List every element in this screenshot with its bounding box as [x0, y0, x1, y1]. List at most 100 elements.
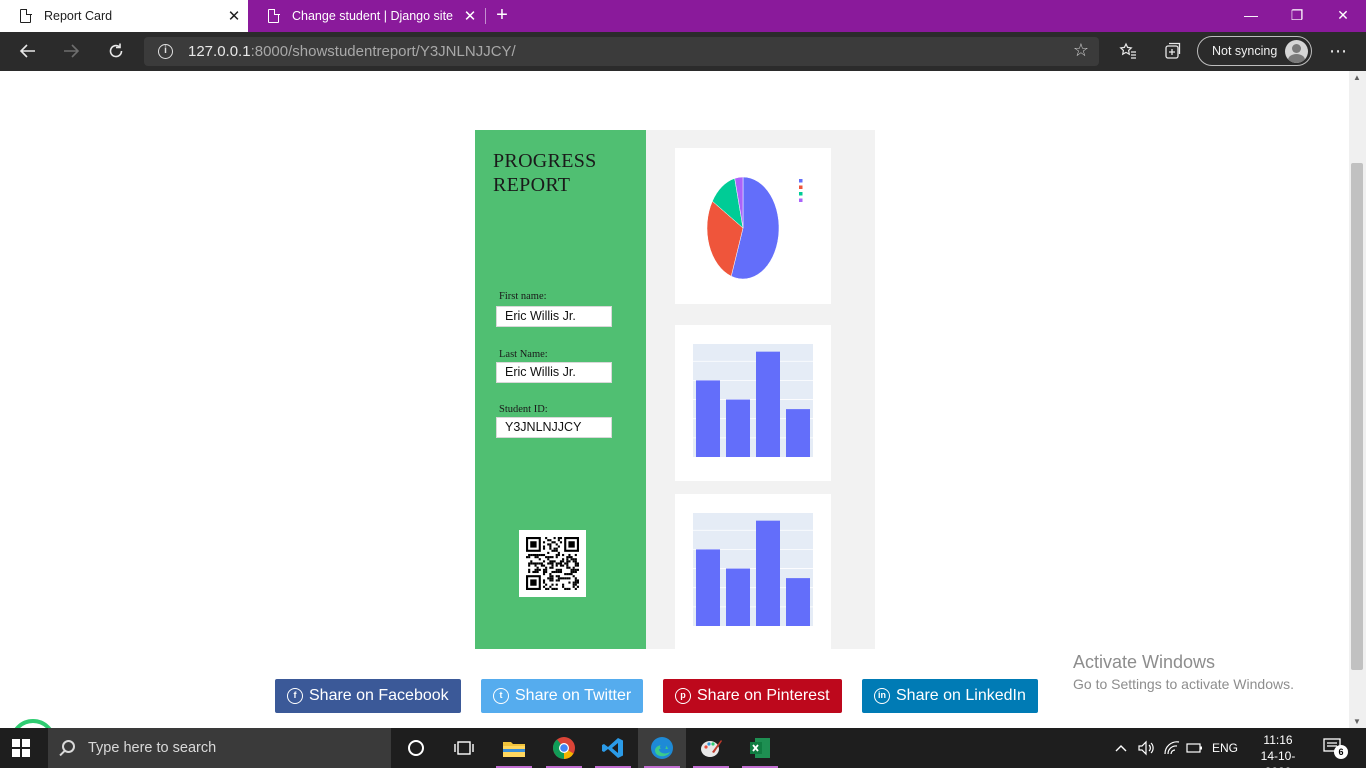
close-tab-icon[interactable]: ✕	[220, 7, 248, 25]
share-twitter-button[interactable]: t Share on Twitter	[481, 679, 643, 713]
qr-module	[572, 558, 575, 561]
edge-icon[interactable]	[638, 728, 686, 768]
more-options-icon[interactable]: ⋯	[1323, 36, 1353, 66]
qr-module	[557, 551, 560, 554]
file-explorer-icon[interactable]	[490, 728, 538, 768]
collections-icon[interactable]	[1157, 36, 1187, 66]
avatar	[1285, 40, 1308, 63]
wifi-icon[interactable]	[1163, 728, 1181, 768]
qr-module	[574, 583, 577, 586]
task-view-icon[interactable]	[440, 728, 488, 768]
qr-module	[555, 579, 558, 582]
new-tab-button[interactable]: +	[490, 3, 514, 27]
qr-module	[542, 545, 546, 548]
profile-sync-button[interactable]: Not syncing	[1197, 36, 1312, 66]
qr-module	[557, 570, 560, 574]
share-linkedin-button[interactable]: in Share on LinkedIn	[862, 679, 1038, 713]
qr-module	[530, 560, 533, 563]
qr-module	[566, 564, 569, 567]
pie-chart-card	[675, 148, 831, 304]
forward-arrow-icon[interactable]	[56, 36, 86, 66]
volume-icon[interactable]	[1137, 728, 1155, 768]
paint-icon[interactable]	[687, 728, 735, 768]
share-facebook-button[interactable]: f Share on Facebook	[275, 679, 461, 713]
search-placeholder: Type here to search	[88, 740, 217, 756]
qr-module	[557, 553, 560, 557]
qr-module	[564, 562, 567, 565]
scroll-down-icon[interactable]: ▼	[1353, 717, 1361, 726]
qr-module	[566, 587, 569, 590]
site-info-icon[interactable]: i	[158, 44, 173, 59]
qr-module	[572, 581, 575, 584]
vscode-icon[interactable]	[589, 728, 637, 768]
twitter-icon: t	[493, 688, 509, 704]
qr-module	[557, 562, 560, 565]
address-bar[interactable]: i 127.0.0.1:8000/showstudentreport/Y3JNL…	[144, 37, 1099, 66]
qr-module	[553, 560, 556, 563]
qr-module	[559, 562, 563, 565]
show-hidden-icons[interactable]	[1114, 728, 1128, 768]
first-name-label: First name:	[499, 291, 547, 302]
scroll-up-icon[interactable]: ▲	[1353, 73, 1361, 82]
windows-start-icon[interactable]	[12, 739, 30, 757]
qr-module	[562, 583, 565, 586]
favorite-star-icon[interactable]: ☆	[1073, 40, 1089, 61]
battery-icon[interactable]	[1186, 728, 1204, 768]
qr-module	[551, 587, 554, 590]
qr-module	[557, 539, 560, 542]
vertical-scrollbar[interactable]: ▲ ▼	[1349, 71, 1366, 728]
watermark-subtitle: Go to Settings to activate Windows.	[1073, 676, 1294, 692]
qr-module	[572, 568, 575, 571]
student-id-value: Y3JNLNJJCY	[496, 417, 612, 438]
scrollbar-thumb[interactable]	[1351, 163, 1363, 670]
facebook-icon: f	[287, 688, 303, 704]
qr-module	[536, 556, 539, 559]
qr-module	[538, 562, 541, 565]
bar-4	[786, 409, 810, 457]
qr-module	[536, 566, 539, 569]
qr-module	[574, 564, 577, 567]
qr-module	[555, 553, 558, 557]
close-tab-icon[interactable]: ✕	[456, 7, 484, 25]
share-pinterest-button[interactable]: p Share on Pinterest	[663, 679, 842, 713]
qr-module	[549, 556, 552, 559]
qr-module	[566, 556, 569, 559]
qr-module	[562, 585, 565, 588]
qr-module	[562, 553, 565, 557]
tab-change-student[interactable]: Change student | Django site ad ✕	[248, 0, 484, 32]
qr-module	[549, 539, 552, 542]
qr-module	[551, 579, 554, 582]
browser-toolbar: i 127.0.0.1:8000/showstudentreport/Y3JNL…	[0, 32, 1366, 71]
cortana-icon[interactable]	[392, 728, 440, 768]
taskbar-search-box[interactable]: Type here to search	[48, 728, 391, 768]
bar-3	[756, 351, 780, 457]
excel-icon[interactable]	[736, 728, 784, 768]
qr-module	[534, 553, 537, 557]
tab-report-card[interactable]: Report Card ✕	[0, 0, 248, 32]
system-clock[interactable]: 11:16 14-10-2020	[1248, 732, 1308, 768]
qr-module	[551, 566, 554, 569]
qr-module	[542, 581, 546, 584]
language-indicator[interactable]: ENG	[1212, 728, 1238, 768]
refresh-icon[interactable]	[101, 36, 131, 66]
back-arrow-icon[interactable]	[13, 36, 43, 66]
qr-module	[555, 583, 558, 586]
qr-module	[570, 556, 573, 559]
restore-button[interactable]: ❐	[1274, 0, 1320, 30]
share-facebook-label: Share on Facebook	[309, 687, 449, 704]
action-center-icon[interactable]: 6	[1322, 737, 1348, 759]
qr-module	[545, 570, 548, 574]
chrome-icon[interactable]	[540, 728, 588, 768]
qr-module	[545, 566, 548, 569]
qr-module	[574, 558, 577, 561]
qr-module	[572, 585, 575, 588]
qr-module	[534, 570, 537, 574]
pie-chart	[706, 176, 803, 280]
close-window-button[interactable]: ✕	[1320, 0, 1366, 30]
minimize-button[interactable]: —	[1228, 0, 1274, 30]
favorites-icon[interactable]	[1113, 36, 1143, 66]
qr-module	[559, 541, 563, 544]
qr-module	[549, 566, 552, 569]
chat-bubble-icon[interactable]	[10, 719, 56, 728]
qr-finder-core	[568, 541, 575, 548]
